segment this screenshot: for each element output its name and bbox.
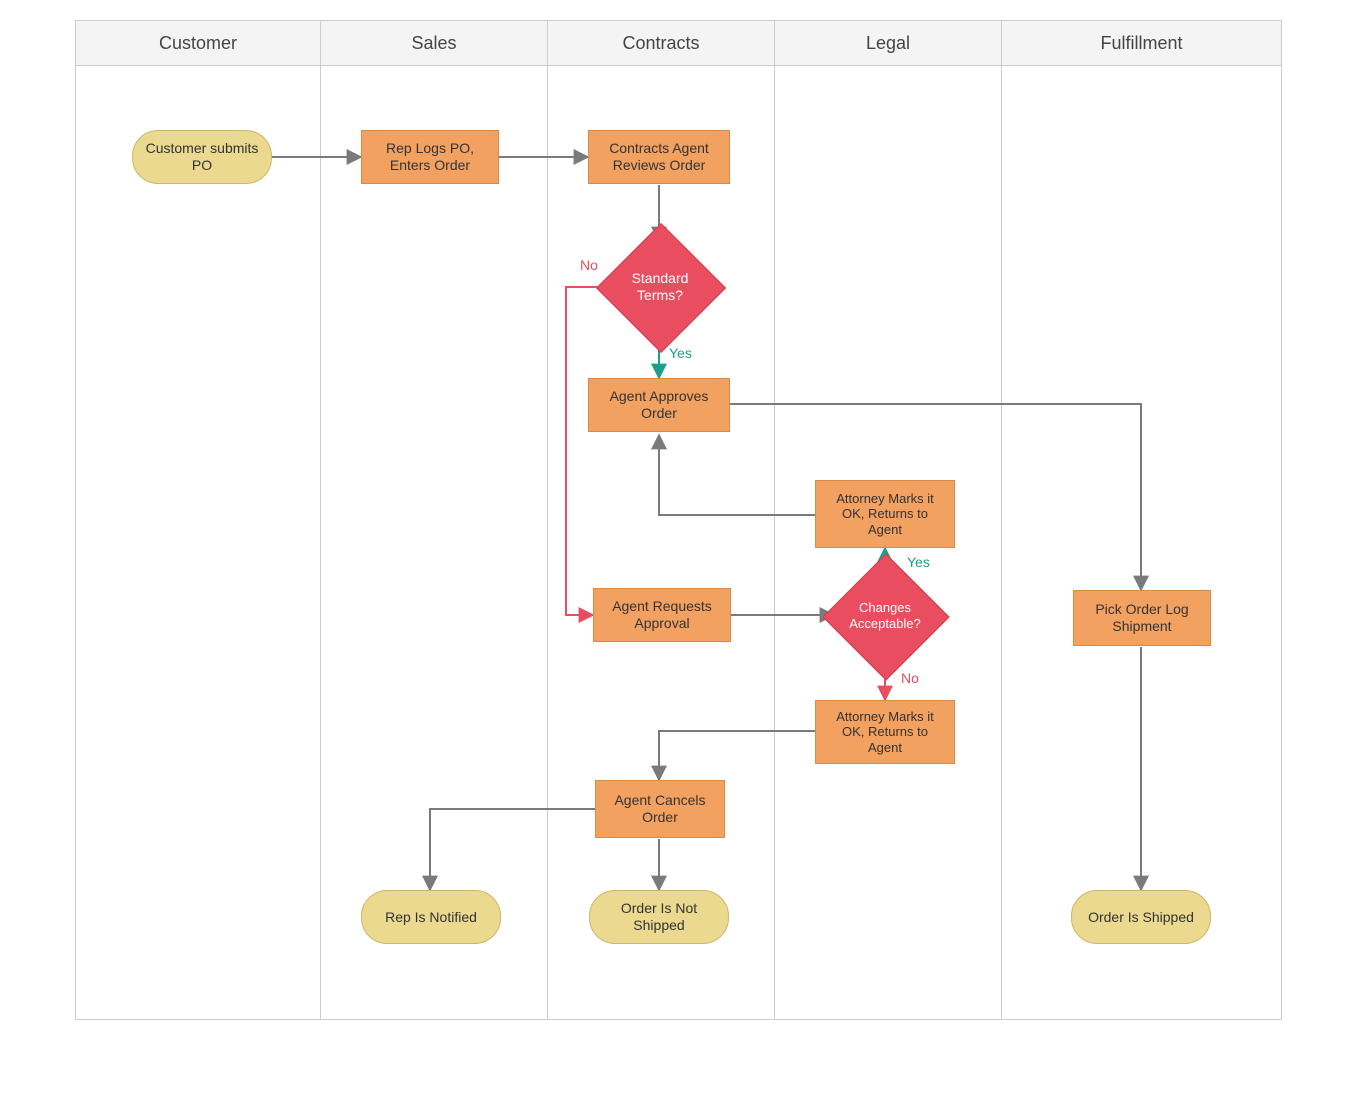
edge-label-yes-1: Yes — [669, 345, 692, 361]
lane-body-fulfillment — [1001, 66, 1282, 1020]
end-shipped: Order Is Shipped — [1071, 890, 1211, 944]
process-agent-cancels: Agent Cancels Order — [595, 780, 725, 838]
swimlane-diagram: Customer Sales Contracts Legal Fulfillme… — [75, 20, 1281, 1020]
end-rep-notified: Rep Is Notified — [361, 890, 501, 944]
lane-body-sales — [320, 66, 548, 1020]
lane-body-customer — [75, 66, 321, 1020]
process-agent-requests-approval: Agent Requests Approval — [593, 588, 731, 642]
lane-header-sales: Sales — [320, 20, 548, 66]
edge-label-no-2: No — [901, 670, 919, 686]
decision-standard-terms: Standard Terms? — [615, 242, 705, 332]
edge-label-no-1: No — [580, 257, 598, 273]
process-agent-approves: Agent Approves Order — [588, 378, 730, 432]
edge-label-yes-2: Yes — [907, 554, 930, 570]
start-customer-submits-po: Customer submits PO — [132, 130, 272, 184]
lane-header-legal: Legal — [774, 20, 1002, 66]
lane-body-contracts — [547, 66, 775, 1020]
process-attorney-ok-2: Attorney Marks it OK, Returns to Agent — [815, 700, 955, 764]
process-contracts-reviews: Contracts Agent Reviews Order — [588, 130, 730, 184]
decision-standard-terms-label: Standard Terms? — [615, 242, 705, 332]
lane-header-contracts: Contracts — [547, 20, 775, 66]
process-attorney-ok-1: Attorney Marks it OK, Returns to Agent — [815, 480, 955, 548]
decision-changes-acceptable-label: Changes Acceptable? — [841, 572, 929, 660]
lane-header-customer: Customer — [75, 20, 321, 66]
end-not-shipped: Order Is Not Shipped — [589, 890, 729, 944]
lane-header-fulfillment: Fulfillment — [1001, 20, 1282, 66]
process-pick-order: Pick Order Log Shipment — [1073, 590, 1211, 646]
process-rep-logs-po: Rep Logs PO, Enters Order — [361, 130, 499, 184]
decision-changes-acceptable: Changes Acceptable? — [841, 572, 929, 660]
